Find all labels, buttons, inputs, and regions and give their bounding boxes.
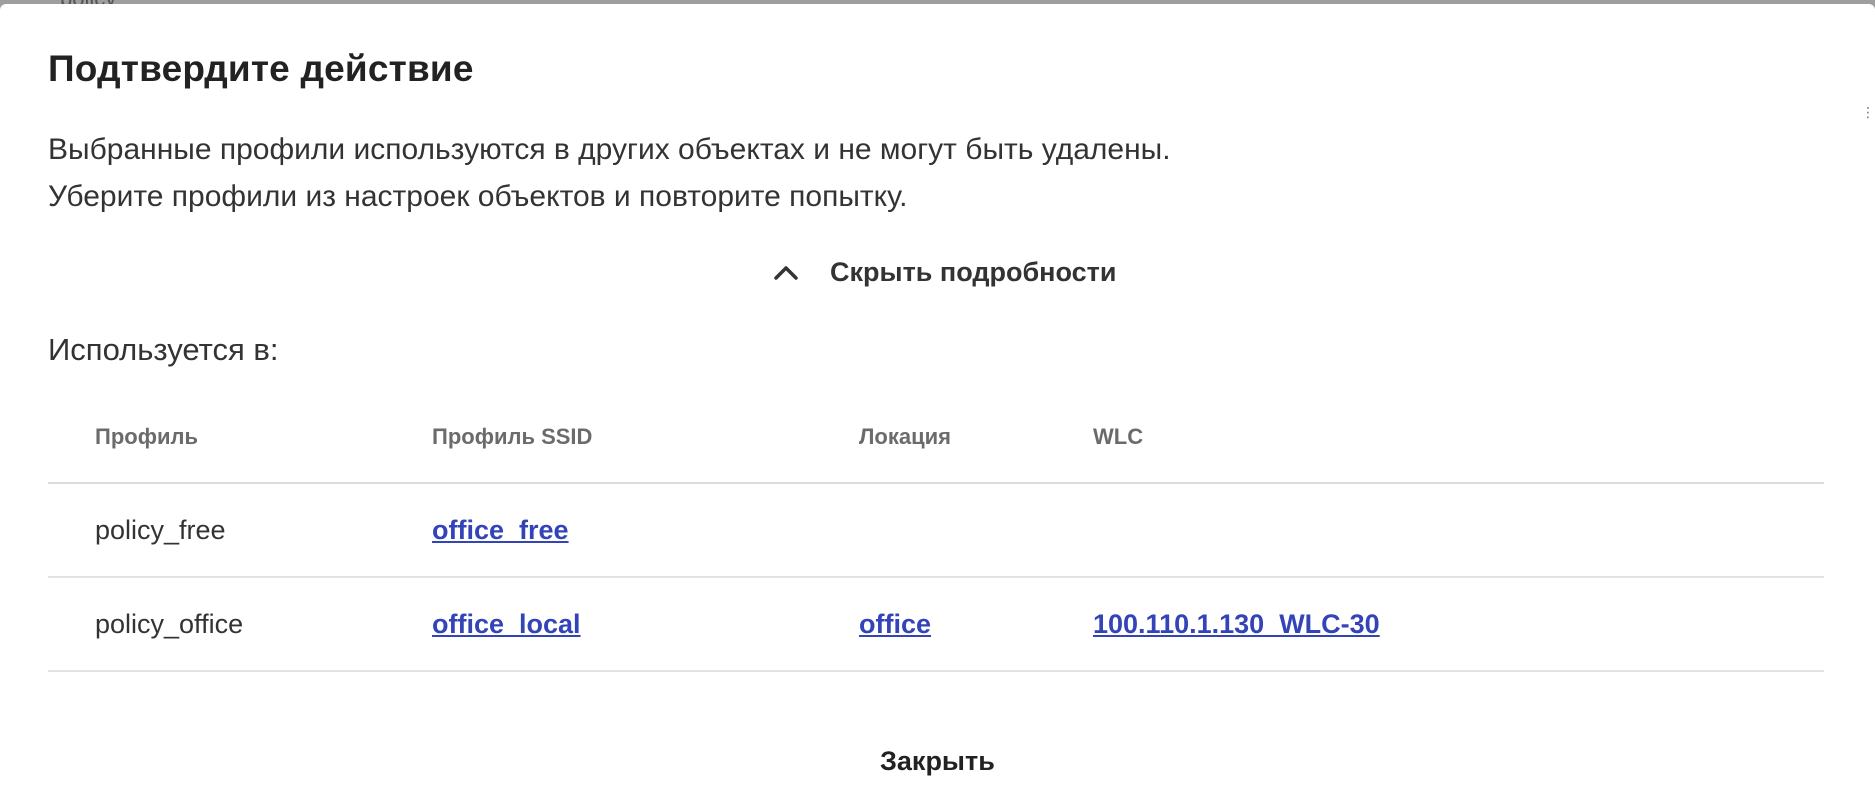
dialog-message: Выбранные профили используются в других …	[48, 126, 1171, 220]
chevron-up-icon	[772, 258, 800, 286]
header-wlc: WLC	[1093, 392, 1824, 484]
cell-location: office	[859, 577, 1093, 672]
message-line-1: Выбранные профили используются в других …	[48, 133, 1171, 166]
cell-wlc	[1093, 483, 1824, 578]
hide-details-label: Скрыть подробности	[830, 256, 1117, 287]
dialog-title: Подтвердите действие	[48, 48, 474, 89]
table-row: policy_free office_free	[48, 483, 1824, 578]
hide-details-toggle[interactable]: Скрыть подробности	[772, 252, 1116, 292]
used-in-heading: Используется в:	[48, 332, 279, 367]
table-row: policy_office office_local office 100.11…	[48, 577, 1824, 672]
wlc-link[interactable]: 100.110.1.130_WLC-30	[1093, 609, 1380, 639]
table-header-row: Профиль Профиль SSID Локация WLC	[48, 392, 1824, 484]
message-line-2: Уберите профили из настроек объектов и п…	[48, 180, 908, 213]
cell-ssid-profile: office_free	[432, 483, 859, 578]
cell-location	[859, 483, 1093, 578]
usage-table: Профиль Профиль SSID Локация WLC policy_…	[48, 392, 1824, 672]
cell-ssid-profile: office_local	[432, 577, 859, 672]
confirm-dialog: ⋮ Подтвердите действие Выбранные профили…	[0, 4, 1875, 810]
close-button[interactable]: Закрыть	[860, 740, 1015, 783]
cell-wlc: 100.110.1.130_WLC-30	[1093, 577, 1824, 672]
ssid-profile-link[interactable]: office_free	[432, 515, 569, 545]
header-ssid-profile: Профиль SSID	[432, 392, 859, 484]
header-location: Локация	[859, 392, 1093, 484]
header-profile: Профиль	[48, 392, 432, 484]
cell-profile: policy_office	[48, 577, 432, 672]
cell-profile: policy_free	[48, 483, 432, 578]
scroll-hint-icon: ⋮	[1861, 104, 1875, 120]
ssid-profile-link[interactable]: office_local	[432, 609, 581, 639]
location-link[interactable]: office	[859, 609, 931, 639]
